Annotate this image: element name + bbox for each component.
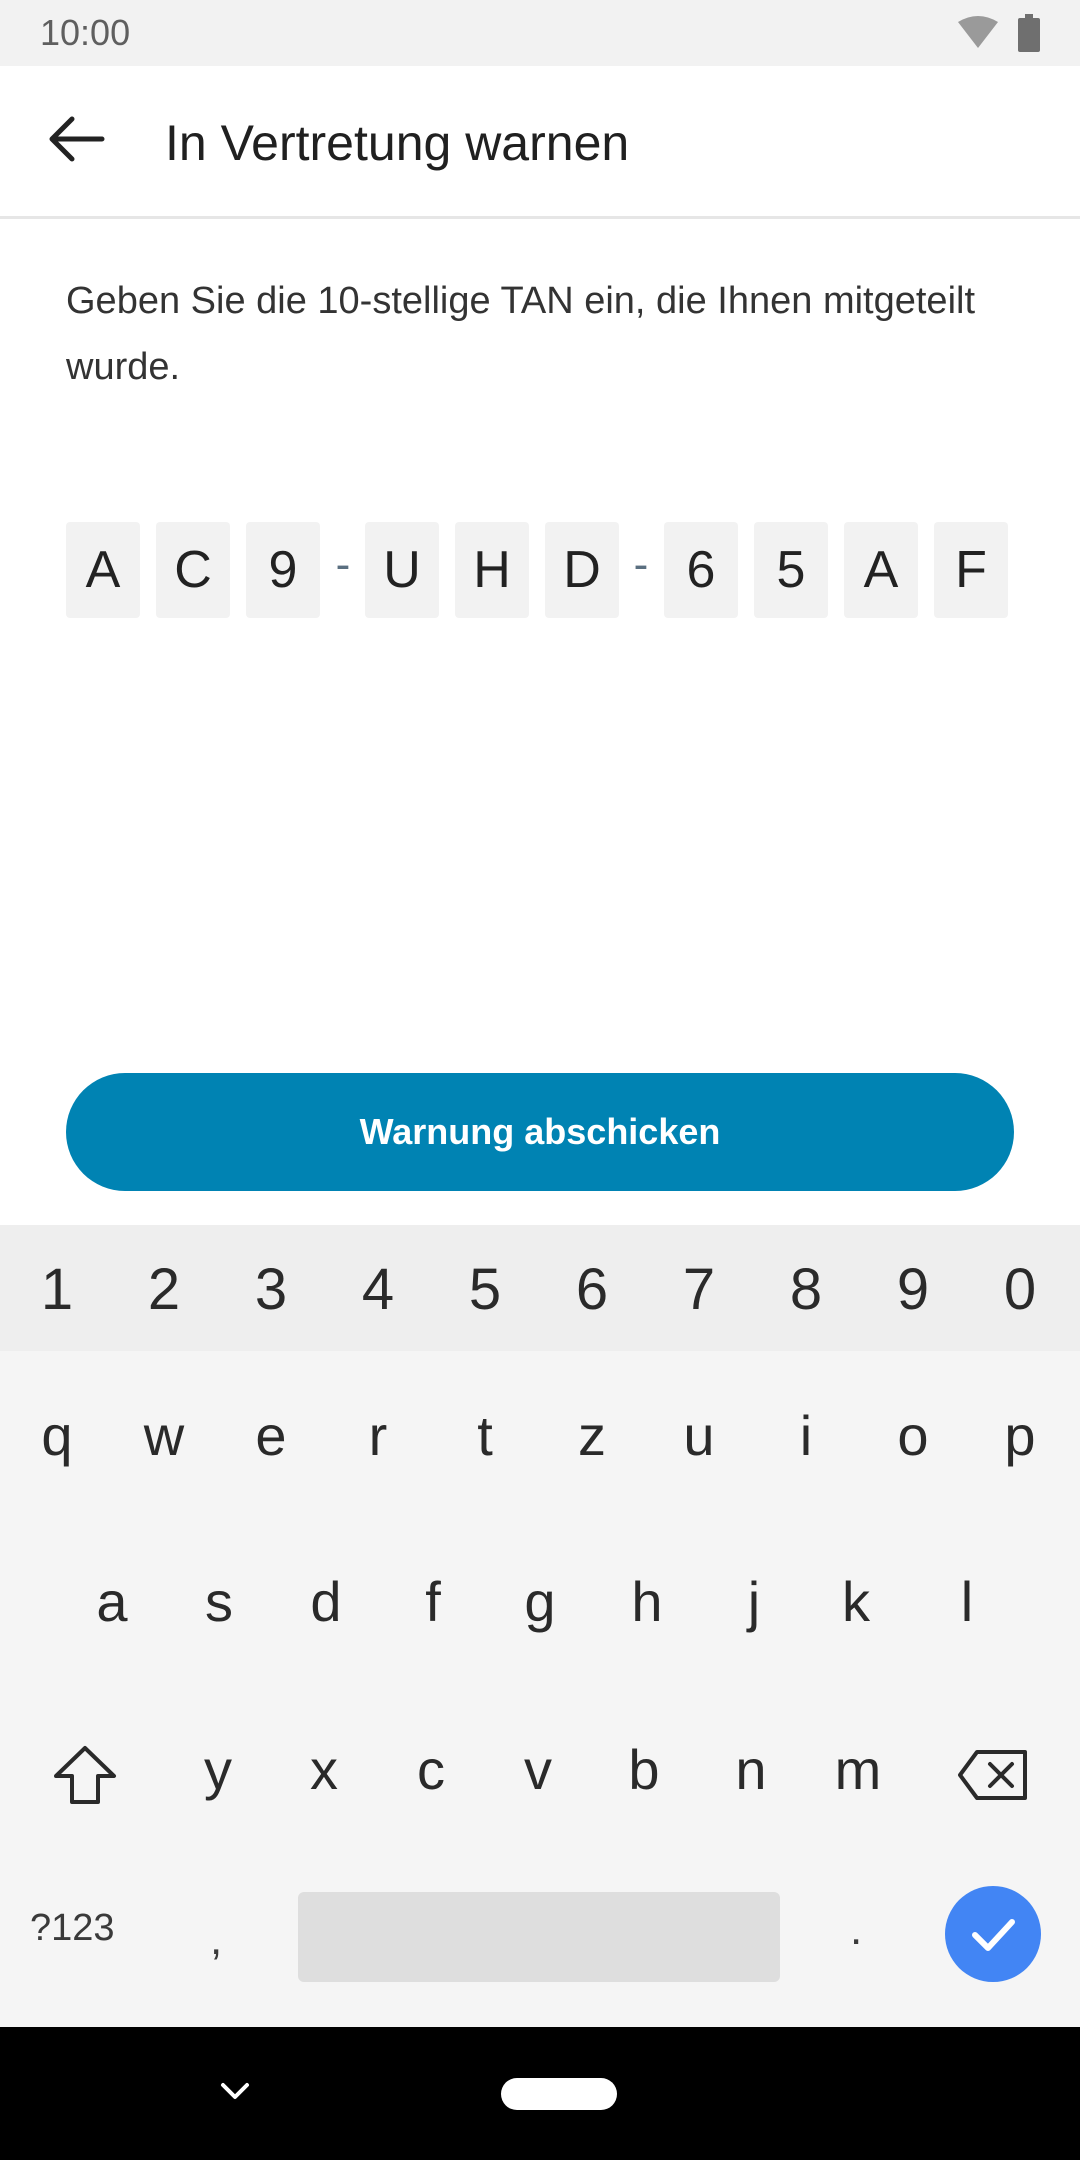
keyboard-key[interactable]: j [704,1567,804,1637]
keyboard-number-row: 1 2 3 4 5 6 7 8 9 0 [0,1225,1080,1351]
keyboard-key[interactable]: a [62,1567,162,1637]
check-icon [972,1919,1015,1951]
keyboard-key[interactable]: l [917,1567,1017,1637]
tan-char-box[interactable]: H [455,522,529,618]
keyboard-key[interactable]: 7 [649,1255,749,1325]
tan-char-box[interactable]: D [545,522,619,618]
keyboard-key[interactable]: o [863,1401,963,1471]
keyboard-key[interactable]: 5 [435,1255,535,1325]
keyboard-key[interactable]: u [649,1401,749,1471]
shift-icon[interactable] [52,1744,118,1806]
symbols-key[interactable]: ?123 [30,1907,115,1950]
wifi-icon [958,16,998,48]
app-bar: In Vertretung warnen [0,66,1080,219]
tan-separator: - [633,540,649,589]
space-key[interactable] [298,1892,780,1982]
keyboard-key[interactable]: 3 [221,1255,321,1325]
keyboard-key[interactable]: 0 [970,1255,1070,1325]
keyboard-key[interactable]: x [274,1735,374,1805]
keyboard-key[interactable]: r [328,1401,428,1471]
submit-warning-button[interactable]: Warnung abschicken [66,1073,1014,1191]
tan-char-box[interactable]: C [156,522,230,618]
page-title: In Vertretung warnen [165,115,630,171]
keyboard-key[interactable]: t [435,1401,535,1471]
tan-char-box[interactable]: A [66,522,140,618]
keyboard-key[interactable]: 4 [328,1255,428,1325]
navigation-bar [0,2027,1080,2160]
keyboard-key[interactable]: d [276,1567,376,1637]
instruction-text: Geben Sie die 10-stellige TAN ein, die I… [66,280,976,388]
keyboard-key[interactable]: z [542,1401,642,1471]
tan-char-box[interactable]: F [934,522,1008,618]
backspace-icon[interactable] [957,1749,1029,1801]
period-key[interactable]: . [850,1905,862,1955]
keyboard-key[interactable]: v [488,1735,588,1805]
chevron-down-icon[interactable] [218,2079,252,2103]
keyboard-key[interactable]: k [806,1567,906,1637]
keyboard-key[interactable]: q [7,1401,107,1471]
tan-char-box[interactable]: 5 [754,522,828,618]
keyboard-key[interactable]: 9 [863,1255,963,1325]
keyboard-key[interactable]: 6 [542,1255,642,1325]
keyboard-key[interactable]: 1 [7,1255,107,1325]
keyboard-key[interactable]: g [490,1567,590,1637]
keyboard-key[interactable]: 8 [756,1255,856,1325]
keyboard-key[interactable]: y [168,1735,268,1805]
comma-key[interactable]: , [210,1915,222,1965]
battery-icon [1018,14,1040,52]
tan-separator: - [335,540,351,589]
keyboard-key[interactable]: 2 [114,1255,214,1325]
home-pill[interactable] [501,2078,617,2110]
status-time: 10:00 [40,12,131,53]
arrow-left-icon[interactable] [46,115,106,163]
keyboard-key[interactable]: i [756,1401,856,1471]
keyboard-key[interactable]: e [221,1401,321,1471]
enter-key[interactable] [945,1886,1041,1982]
tan-char-box[interactable]: U [365,522,439,618]
keyboard-key[interactable]: f [383,1567,483,1637]
keyboard-key[interactable]: s [169,1567,269,1637]
keyboard-key[interactable]: m [808,1735,908,1805]
status-bar: 10:00 [0,0,1080,66]
keyboard-key[interactable]: h [597,1567,697,1637]
tan-char-box[interactable]: 9 [246,522,320,618]
keyboard-key[interactable]: w [114,1401,214,1471]
soft-keyboard: 1 2 3 4 5 6 7 8 9 0 q w e r t z u i o p … [0,1225,1080,2027]
tan-char-box[interactable]: 6 [664,522,738,618]
keyboard-key[interactable]: c [381,1735,481,1805]
keyboard-key[interactable]: n [701,1735,801,1805]
keyboard-key[interactable]: b [594,1735,694,1805]
tan-char-box[interactable]: A [844,522,918,618]
keyboard-key[interactable]: p [970,1401,1070,1471]
